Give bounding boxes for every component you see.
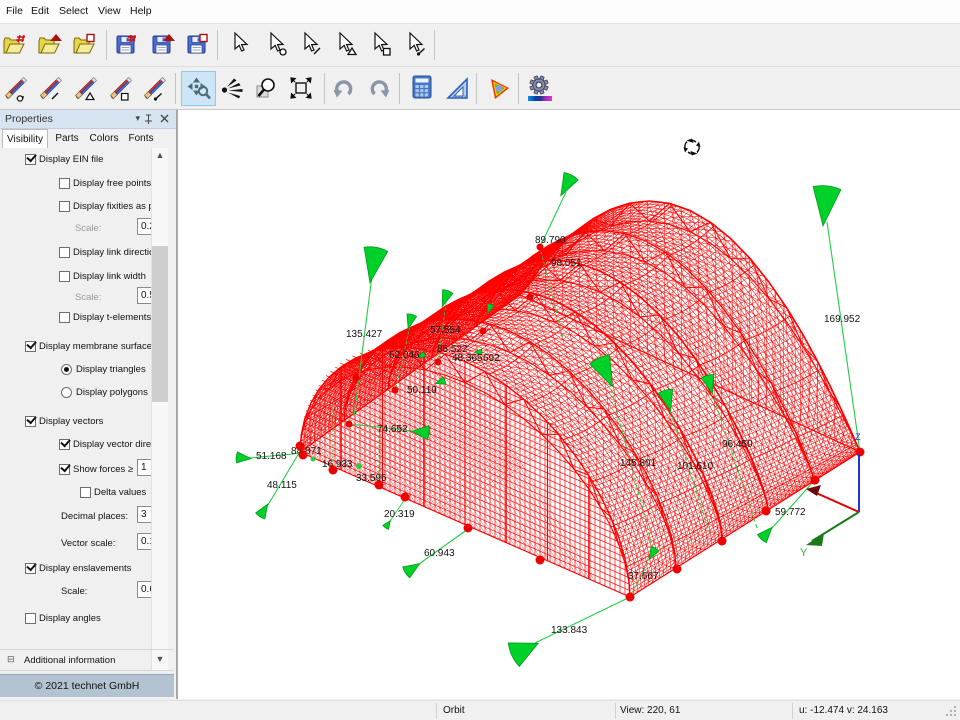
svg-text:37.667: 37.667: [628, 571, 659, 582]
svg-text:Y: Y: [800, 547, 808, 559]
svg-text:101.610: 101.610: [677, 461, 714, 472]
svg-text:135.427: 135.427: [346, 329, 383, 340]
svg-text:51.168: 51.168: [256, 451, 287, 462]
svg-text:59.772: 59.772: [775, 507, 806, 518]
svg-text:16.933: 16.933: [322, 459, 353, 470]
svg-text:Z: Z: [855, 432, 861, 442]
svg-text:169.952: 169.952: [824, 314, 861, 325]
svg-text:50.119: 50.119: [407, 385, 437, 396]
svg-text:48.115: 48.115: [267, 480, 297, 491]
svg-text:20.319: 20.319: [384, 509, 415, 520]
svg-text:98.051: 98.051: [551, 258, 582, 269]
svg-text:145.801: 145.801: [620, 458, 657, 469]
svg-text:74.652: 74.652: [377, 424, 408, 435]
svg-text:133.843: 133.843: [551, 625, 588, 636]
svg-text:692: 692: [483, 353, 500, 364]
svg-text:60.943: 60.943: [424, 548, 455, 559]
svg-text:57.554: 57.554: [430, 325, 461, 336]
svg-text:96.450: 96.450: [722, 439, 753, 450]
svg-text:48.365: 48.365: [452, 353, 483, 364]
svg-text:62.046: 62.046: [389, 350, 420, 361]
